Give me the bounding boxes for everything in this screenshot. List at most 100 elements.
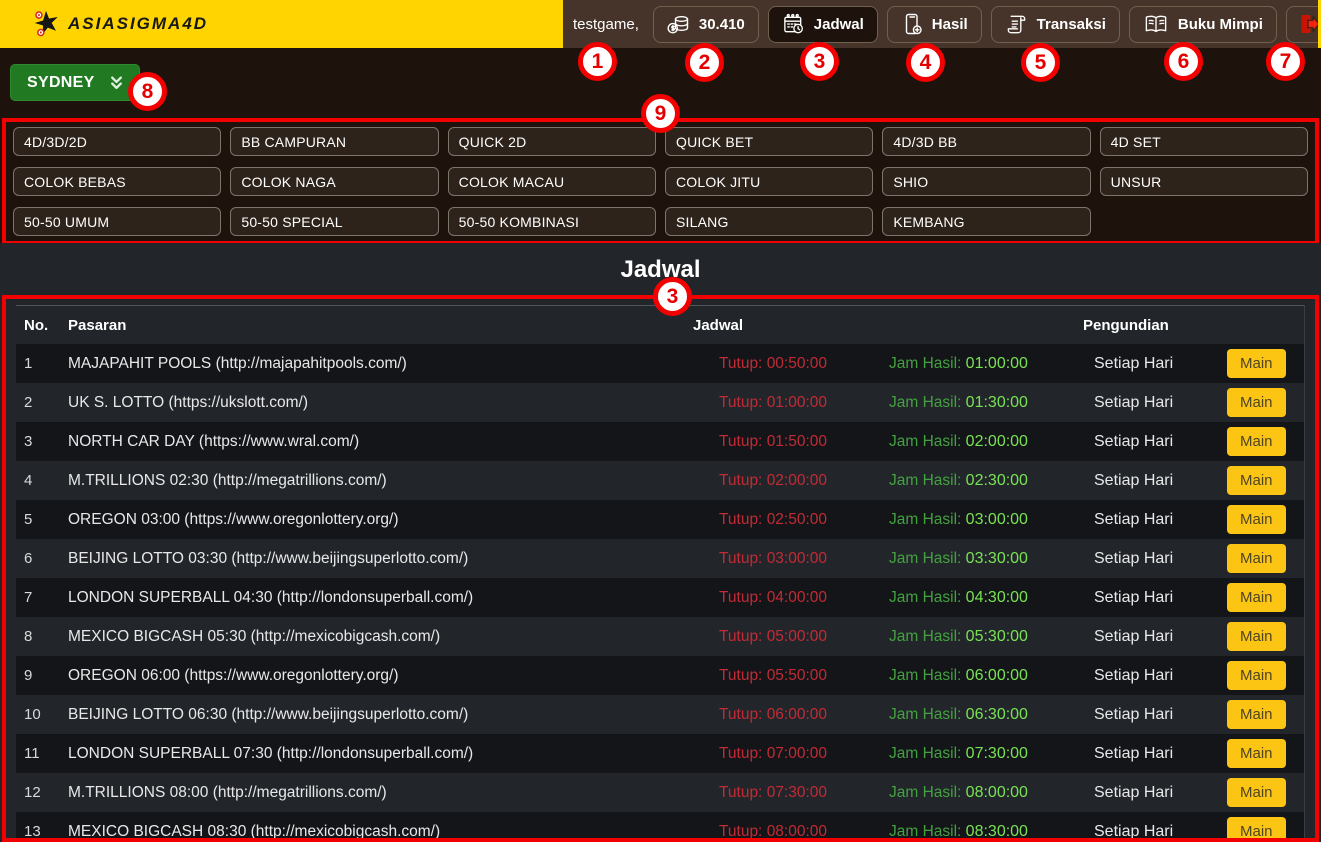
nav-jadwal-label: Jadwal — [814, 16, 864, 33]
close-time: Tutup: 05:00:00 — [693, 617, 878, 656]
table-row: 7 LONDON SUPERBALL 04:30 (http://londons… — [16, 578, 1304, 617]
table-row: 3 NORTH CAR DAY (https://www.wral.com/) … — [16, 422, 1304, 461]
row-number: 6 — [16, 539, 68, 578]
main-button[interactable]: Main — [1227, 778, 1286, 807]
phone-result-icon — [901, 13, 923, 36]
close-time: Tutup: 01:50:00 — [693, 422, 878, 461]
pasaran-name: OREGON 06:00 (https://www.oregonlottery.… — [68, 656, 693, 695]
draw-schedule: Setiap Hari — [1083, 578, 1216, 617]
main-button[interactable]: Main — [1227, 700, 1286, 729]
annotation-badge-7: 7 — [1266, 42, 1305, 81]
game-type-shio[interactable]: SHIO — [882, 167, 1090, 196]
nav-jadwal-button[interactable]: Jadwal — [768, 6, 878, 43]
annotation-badge-5: 5 — [1021, 43, 1060, 82]
game-type-4d3d-bb[interactable]: 4D/3D BB — [882, 127, 1090, 156]
game-type-colok-macau[interactable]: COLOK MACAU — [448, 167, 656, 196]
annotation-badge-1: 1 — [578, 42, 617, 81]
result-time: Jam Hasil: 08:30:00 — [878, 812, 1083, 839]
pasaran-name: BEIJING LOTTO 03:30 (http://www.beijings… — [68, 539, 693, 578]
top-nav: testgame, 30.410 Jadwal — [563, 0, 1321, 48]
annotation-badge-6: 6 — [1164, 42, 1203, 81]
pasaran-name: UK S. LOTTO (https://ukslott.com/) — [68, 383, 693, 422]
pasaran-name: MEXICO BIGCASH 05:30 (http://mexicobigca… — [68, 617, 693, 656]
draw-schedule: Setiap Hari — [1083, 500, 1216, 539]
table-row: 4 M.TRILLIONS 02:30 (http://megatrillion… — [16, 461, 1304, 500]
game-type-colok-bebas[interactable]: COLOK BEBAS — [13, 167, 221, 196]
column-header-pasaran: Pasaran — [68, 306, 693, 344]
main-button[interactable]: Main — [1227, 661, 1286, 690]
game-type-quick-2d[interactable]: QUICK 2D — [448, 127, 656, 156]
column-header-jadwal: Jadwal — [693, 306, 878, 344]
schedule-table-container: No. Pasaran Jadwal Pengundian 1 MAJAPAHI… — [16, 305, 1305, 839]
draw-schedule: Setiap Hari — [1083, 461, 1216, 500]
nav-buku-mimpi-label: Buku Mimpi — [1178, 16, 1263, 33]
market-selected-label: SYDNEY — [27, 74, 95, 92]
game-type-4d3d2d[interactable]: 4D/3D/2D — [13, 127, 221, 156]
row-number: 4 — [16, 461, 68, 500]
game-type-5050-special[interactable]: 50-50 SPECIAL — [230, 207, 438, 236]
result-time: Jam Hasil: 08:00:00 — [878, 773, 1083, 812]
logout-button[interactable] — [1286, 6, 1321, 43]
game-type-colok-naga[interactable]: COLOK NAGA — [230, 167, 438, 196]
pasaran-name: LONDON SUPERBALL 07:30 (http://londonsup… — [68, 734, 693, 773]
row-number: 12 — [16, 773, 68, 812]
draw-schedule: Setiap Hari — [1083, 734, 1216, 773]
pasaran-name: MEXICO BIGCASH 08:30 (http://mexicobigca… — [68, 812, 693, 839]
main-button[interactable]: Main — [1227, 544, 1286, 573]
game-type-4d-set[interactable]: 4D SET — [1100, 127, 1308, 156]
main-button[interactable]: Main — [1227, 739, 1286, 768]
row-number: 9 — [16, 656, 68, 695]
game-type-5050-kombinasi[interactable]: 50-50 KOMBINASI — [448, 207, 656, 236]
result-time: Jam Hasil: 03:30:00 — [878, 539, 1083, 578]
pasaran-name: LONDON SUPERBALL 04:30 (http://londonsup… — [68, 578, 693, 617]
main-button[interactable]: Main — [1227, 427, 1286, 456]
draw-schedule: Setiap Hari — [1083, 812, 1216, 839]
game-type-5050-umum[interactable]: 50-50 UMUM — [13, 207, 221, 236]
column-header-pengundian: Pengundian — [1083, 306, 1216, 344]
draw-schedule: Setiap Hari — [1083, 695, 1216, 734]
brand-logo[interactable]: ASIASIGMA4D — [0, 0, 563, 48]
balance-value: 30.410 — [699, 16, 745, 33]
star-lottery-balls-icon — [30, 8, 62, 40]
table-row: 12 M.TRILLIONS 08:00 (http://megatrillio… — [16, 773, 1304, 812]
nav-hasil-button[interactable]: Hasil — [887, 6, 982, 43]
close-time: Tutup: 07:00:00 — [693, 734, 878, 773]
result-time: Jam Hasil: 05:30:00 — [878, 617, 1083, 656]
game-type-quick-bet[interactable]: QUICK BET — [665, 127, 873, 156]
nav-buku-mimpi-button[interactable]: Buku Mimpi — [1129, 6, 1277, 43]
scroll-icon — [1005, 13, 1028, 36]
table-row: 11 LONDON SUPERBALL 07:30 (http://london… — [16, 734, 1304, 773]
main-button[interactable]: Main — [1227, 583, 1286, 612]
top-bar: ASIASIGMA4D testgame, 30.410 Jadwa — [0, 0, 1321, 48]
main-button[interactable]: Main — [1227, 349, 1286, 378]
username-label: testgame, — [573, 16, 639, 33]
column-header-empty — [1216, 306, 1304, 344]
calendar-clock-icon — [782, 13, 805, 36]
close-time: Tutup: 06:00:00 — [693, 695, 878, 734]
close-time: Tutup: 04:00:00 — [693, 578, 878, 617]
main-button[interactable]: Main — [1227, 388, 1286, 417]
column-header-no: No. — [16, 306, 68, 344]
nav-transaksi-button[interactable]: Transaksi — [991, 6, 1120, 43]
main-button[interactable]: Main — [1227, 817, 1286, 839]
row-number: 13 — [16, 812, 68, 839]
market-selector-sydney[interactable]: SYDNEY — [10, 64, 140, 101]
row-number: 10 — [16, 695, 68, 734]
balance-button[interactable]: 30.410 — [653, 6, 759, 43]
game-type-bb-campuran[interactable]: BB CAMPURAN — [230, 127, 438, 156]
result-time: Jam Hasil: 02:00:00 — [878, 422, 1083, 461]
close-time: Tutup: 08:00:00 — [693, 812, 878, 839]
row-number: 5 — [16, 500, 68, 539]
game-type-kembang[interactable]: KEMBANG — [882, 207, 1090, 236]
pasaran-name: OREGON 03:00 (https://www.oregonlottery.… — [68, 500, 693, 539]
main-button[interactable]: Main — [1227, 466, 1286, 495]
close-time: Tutup: 02:50:00 — [693, 500, 878, 539]
game-type-colok-jitu[interactable]: COLOK JITU — [665, 167, 873, 196]
pasaran-name: NORTH CAR DAY (https://www.wral.com/) — [68, 422, 693, 461]
main-button[interactable]: Main — [1227, 505, 1286, 534]
brand-name: ASIASIGMA4D — [68, 14, 208, 34]
game-type-unsur[interactable]: UNSUR — [1100, 167, 1308, 196]
game-type-silang[interactable]: SILANG — [665, 207, 873, 236]
draw-schedule: Setiap Hari — [1083, 383, 1216, 422]
main-button[interactable]: Main — [1227, 622, 1286, 651]
